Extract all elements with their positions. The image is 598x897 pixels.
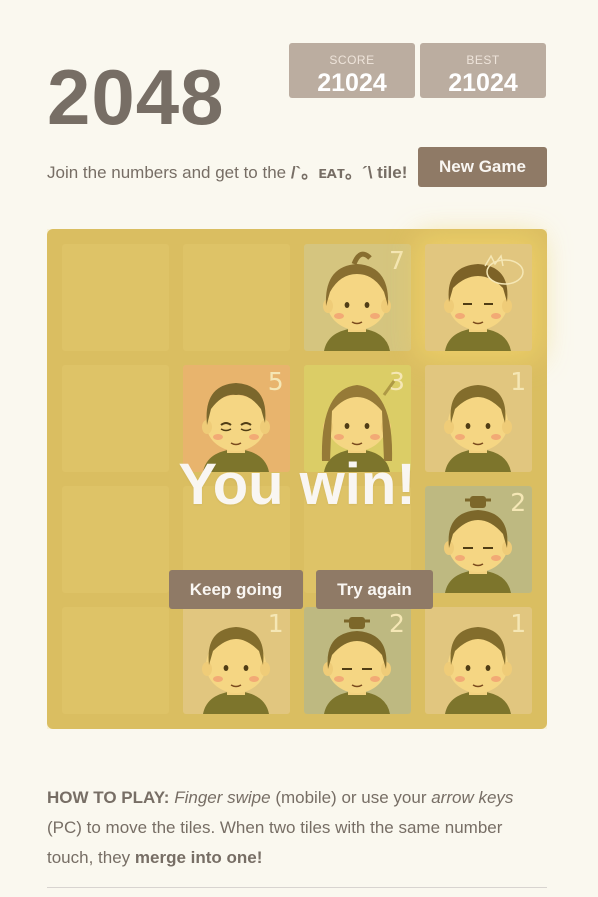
howto-text-1: (mobile) or use your [270,788,432,807]
best-value: 21024 [448,69,518,97]
howto-lead: HOW TO PLAY: [47,788,170,807]
keep-going-button[interactable]: Keep going [169,570,303,609]
howto-swipe: Finger swipe [174,788,271,807]
score-label: SCORE [329,53,375,67]
intro-target: /`。ᴇᴀᴛ。´\ tile! [290,163,408,182]
win-message: You win! [178,452,416,517]
game-board[interactable]: 75312121 You win! Keep going Try again [47,229,547,729]
score-box: SCORE 21024 [289,43,415,98]
howto-keys: arrow keys [431,788,514,807]
win-overlay: You win! Keep going Try again [47,229,547,729]
new-game-button[interactable]: New Game [418,147,547,187]
howto-text-2: (PC) to move the tiles. When two tiles w… [47,818,503,867]
best-score-box: BEST 21024 [420,43,546,98]
game-title: 2048 [47,53,225,141]
how-to-play: HOW TO PLAY: Finger swipe (mobile) or us… [47,783,547,873]
howto-merge: merge into one! [134,848,263,867]
score-value: 21024 [317,69,387,97]
try-again-button[interactable]: Try again [316,570,433,609]
best-label: BEST [466,53,500,67]
intro-text: Join the numbers and get to the /`。ᴇᴀᴛ。´… [47,158,407,183]
intro-prefix: Join the numbers and get to the [47,163,291,182]
divider [47,887,547,888]
